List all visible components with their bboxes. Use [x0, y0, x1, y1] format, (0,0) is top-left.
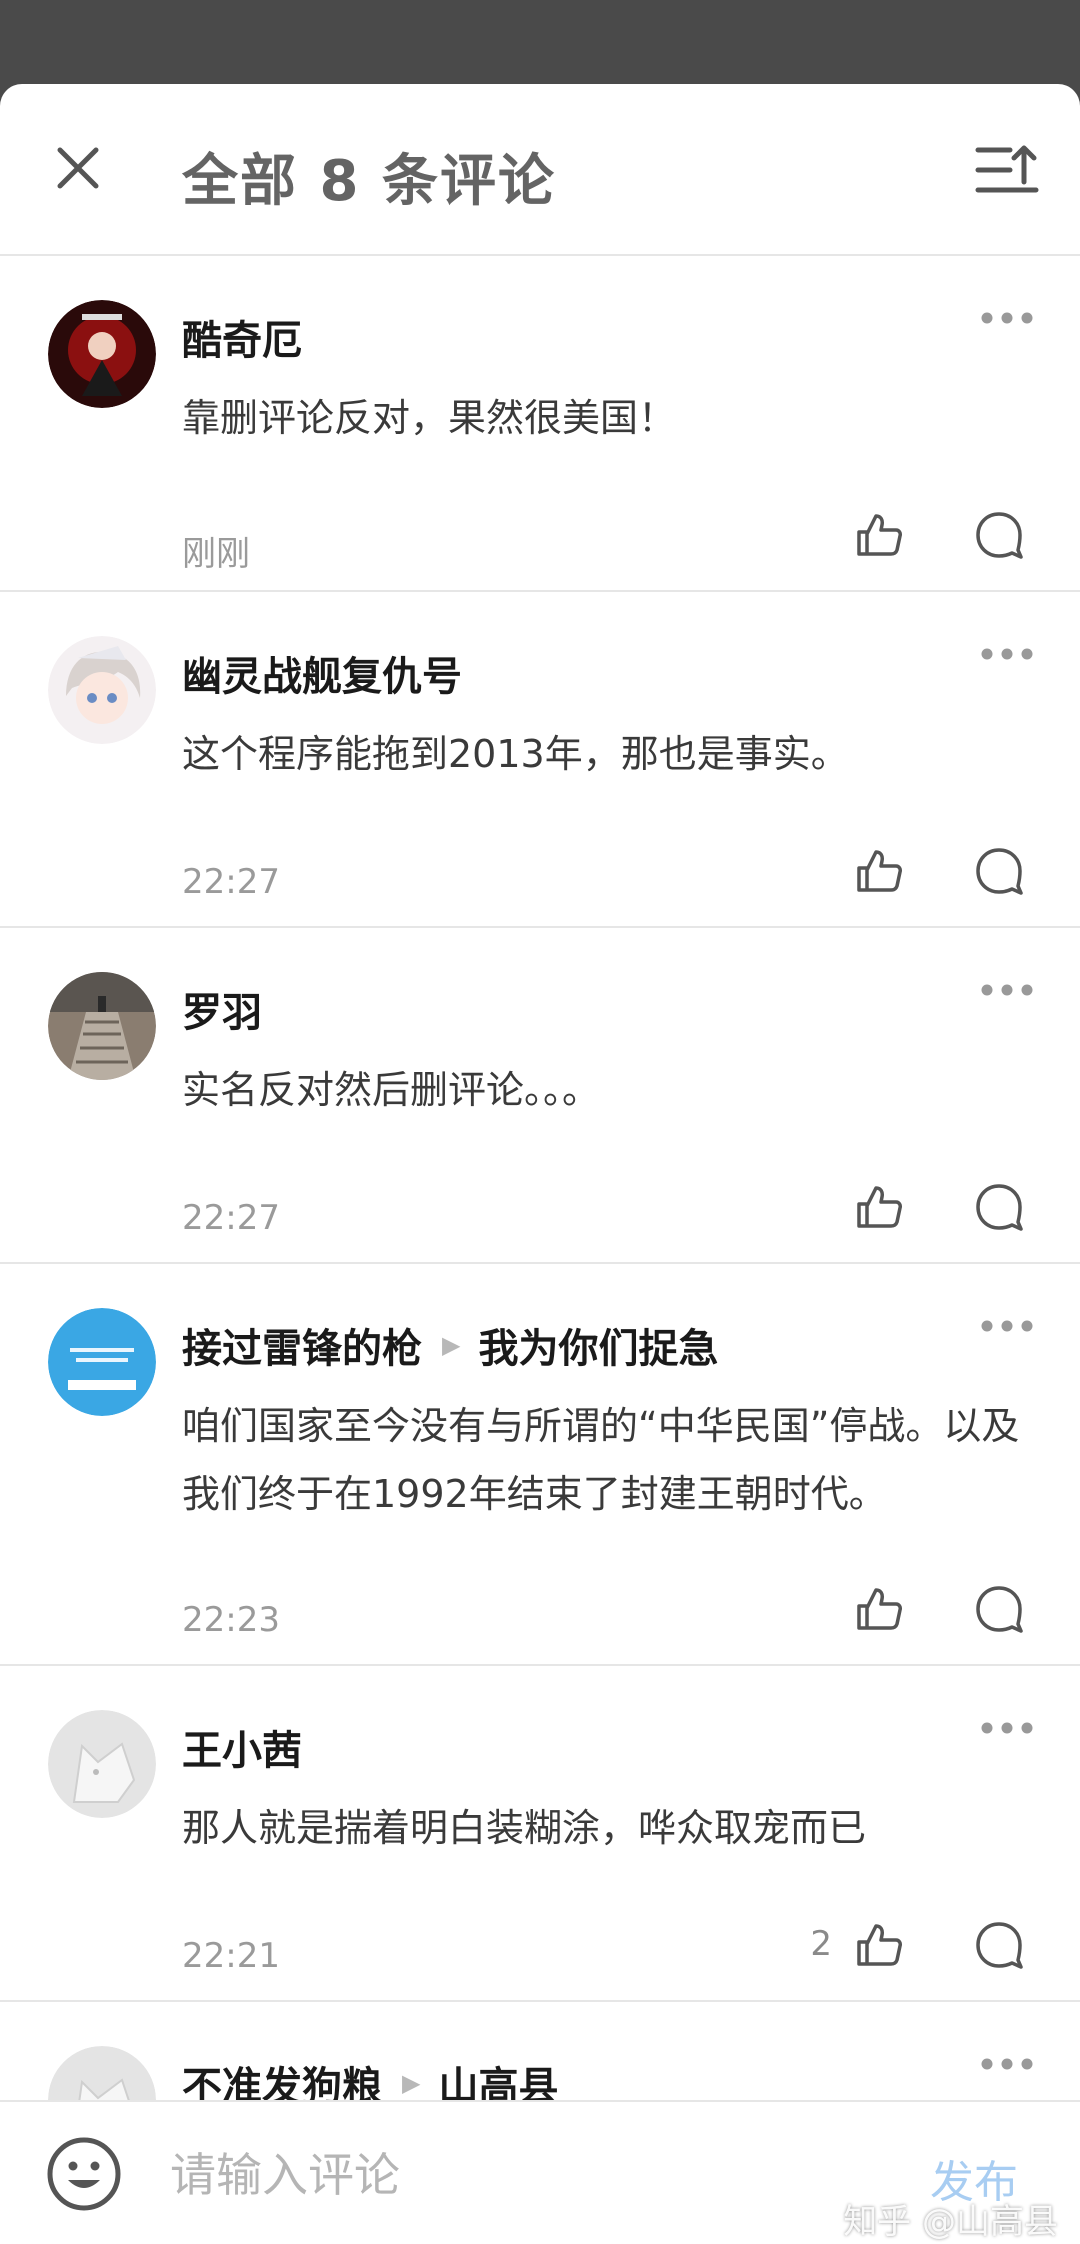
like-count: 2	[810, 1924, 832, 1964]
avatar-image-icon	[48, 1308, 156, 1416]
more-button[interactable]	[980, 308, 1034, 328]
comment-content: 实名反对然后删评论。。。	[182, 1068, 601, 1112]
comment-time: 22:27	[182, 1198, 280, 1238]
comment-author[interactable]: 接过雷锋的枪 ▶ 我为你们捉急	[182, 1316, 718, 1374]
comment-author[interactable]: 王小茜	[182, 1718, 302, 1776]
watermark: 知乎 @山高县	[843, 2202, 1058, 2242]
comment-time: 22:23	[182, 1600, 280, 1640]
comment-bubble-icon	[976, 1586, 1023, 1633]
comment-item: 接过雷锋的枪 ▶ 我为你们捉急 咱们国家至今没有与所谓的“中华民国”停战。以及我…	[0, 1264, 1080, 1666]
more-button[interactable]	[980, 980, 1034, 1000]
comment-input-bar: 发布 知乎 @山高县	[0, 2100, 1080, 2244]
comment-bubble-icon	[976, 512, 1023, 559]
comment-content: 那人就是揣着明白装糊涂，哗众取宠而已	[182, 1806, 867, 1850]
comments-header: 全部 8 条评论	[0, 84, 1080, 256]
avatar-image-icon	[48, 300, 156, 408]
comment-time: 22:21	[182, 1936, 280, 1976]
comment-author[interactable]: 幽灵战舰复仇号	[182, 644, 462, 702]
thumbs-up-icon	[857, 850, 902, 892]
comments-sheet: 全部 8 条评论 酷奇厄 靠删评论反对，果然很美国！ 刚刚 幽灵战舰复仇号 这个…	[0, 84, 1080, 2244]
comment-time: 刚刚	[182, 534, 250, 574]
reply-to-user[interactable]: 我为你们捉急	[478, 1316, 718, 1374]
avatar-image-icon	[48, 972, 156, 1080]
more-button[interactable]	[980, 1718, 1034, 1738]
sort-button[interactable]	[974, 142, 1040, 198]
comment-bubble-icon	[976, 1184, 1023, 1231]
reply-button[interactable]	[974, 846, 1024, 896]
page-title: 全部 8 条评论	[182, 149, 556, 214]
emoji-button[interactable]	[44, 2134, 124, 2214]
comment-time: 22:27	[182, 862, 280, 902]
comment-input[interactable]	[168, 2134, 872, 2216]
more-icon	[981, 984, 1033, 996]
comment-content: 靠删评论反对，果然很美国！	[182, 396, 677, 440]
like-button[interactable]	[854, 1182, 904, 1232]
comment-item: 罗羽 实名反对然后删评论。。。 22:27	[0, 928, 1080, 1264]
emoji-icon	[47, 2137, 121, 2211]
avatar[interactable]	[48, 636, 156, 744]
comment-author[interactable]: 酷奇厄	[182, 308, 302, 366]
thumbs-up-icon	[857, 1924, 902, 1966]
comment-item: 幽灵战舰复仇号 这个程序能拖到2013年，那也是事实。 22:27	[0, 592, 1080, 928]
more-icon	[981, 1722, 1033, 1734]
sort-icon	[975, 145, 1039, 193]
like-button[interactable]	[854, 510, 904, 560]
like-button[interactable]	[854, 1920, 904, 1970]
avatar[interactable]	[48, 972, 156, 1080]
like-button[interactable]	[854, 846, 904, 896]
like-button[interactable]	[854, 1584, 904, 1634]
close-button[interactable]	[50, 140, 106, 196]
avatar[interactable]	[48, 1710, 156, 1818]
more-icon	[981, 2058, 1033, 2070]
reply-button[interactable]	[974, 510, 1024, 560]
reply-arrow-icon: ▶	[442, 1331, 461, 1359]
comment-item: 王小茜 那人就是揣着明白装糊涂，哗众取宠而已 22:21 2	[0, 1666, 1080, 2002]
avatar[interactable]	[48, 300, 156, 408]
reply-button[interactable]	[974, 1584, 1024, 1634]
comment-author[interactable]: 罗羽	[182, 980, 262, 1038]
reply-button[interactable]	[974, 1182, 1024, 1232]
thumbs-up-icon	[857, 1186, 902, 1228]
more-icon	[981, 312, 1033, 324]
default-avatar-icon	[48, 1710, 156, 1818]
more-icon	[981, 1320, 1033, 1332]
more-button[interactable]	[980, 644, 1034, 664]
avatar[interactable]	[48, 1308, 156, 1416]
comment-bubble-icon	[976, 1922, 1023, 1969]
more-button[interactable]	[980, 1316, 1034, 1336]
comment-content: 这个程序能拖到2013年，那也是事实。	[182, 732, 849, 776]
reply-arrow-icon: ▶	[402, 2069, 421, 2097]
avatar-image-icon	[48, 636, 156, 744]
comment-bubble-icon	[976, 848, 1023, 895]
comment-item: 酷奇厄 靠删评论反对，果然很美国！ 刚刚	[0, 256, 1080, 592]
thumbs-up-icon	[857, 1588, 902, 1630]
more-button[interactable]	[980, 2054, 1034, 2074]
more-icon	[981, 648, 1033, 660]
close-icon	[57, 147, 99, 189]
reply-button[interactable]	[974, 1920, 1024, 1970]
thumbs-up-icon	[857, 514, 902, 556]
comment-content: 咱们国家至今没有与所谓的“中华民国”停战。以及我们终于在1992年结束了封建王朝…	[182, 1404, 1020, 1516]
